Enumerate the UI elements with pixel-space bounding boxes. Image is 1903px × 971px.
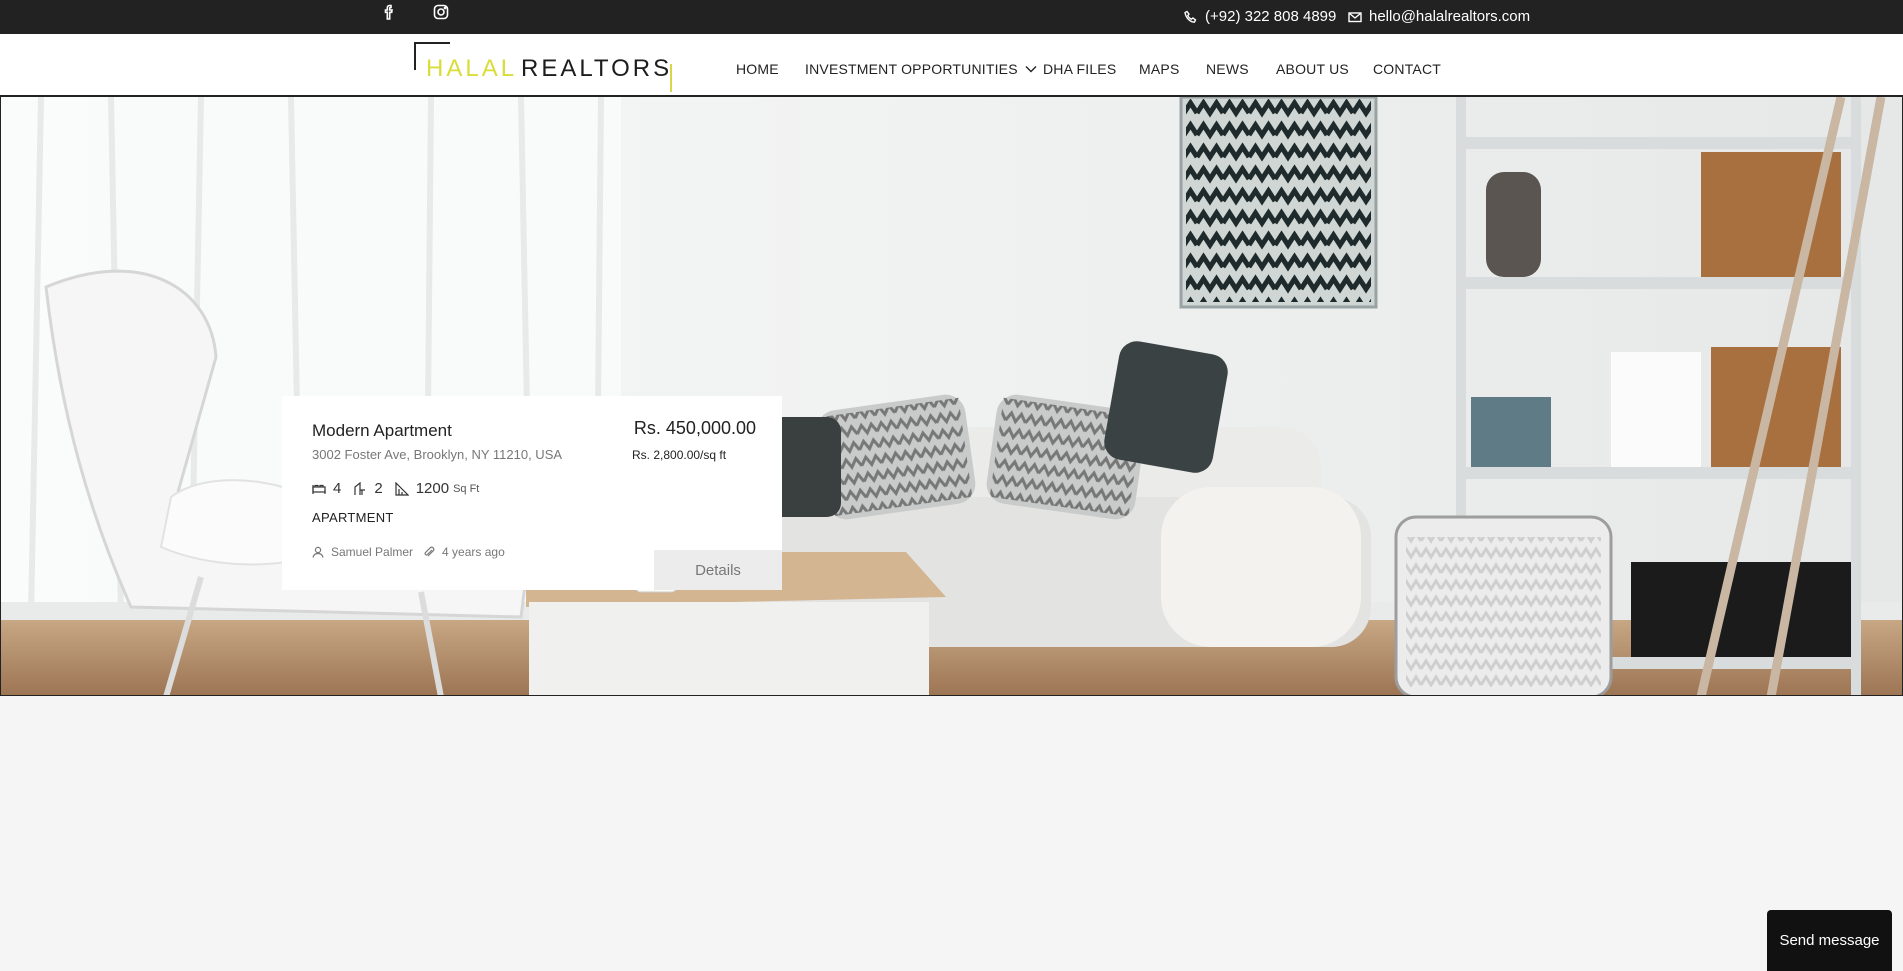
email-address[interactable]: hello@halalrealtors.com <box>1369 8 1530 25</box>
beds-count: 4 <box>333 480 342 497</box>
bath-icon <box>354 481 366 495</box>
posted-time: 4 years ago <box>442 545 505 559</box>
phone-number[interactable]: (+92) 322 808 4899 <box>1205 8 1336 25</box>
nav-dha-files[interactable]: DHA FILES <box>1043 61 1116 77</box>
paperclip-icon <box>424 546 435 557</box>
property-price: Rs. 450,000.00 <box>633 418 756 438</box>
area-icon <box>395 481 409 496</box>
property-address: 3002 Foster Ave, Brooklyn, NY 11210, USA <box>312 447 563 462</box>
mail-icon <box>1348 11 1362 22</box>
nav-maps[interactable]: MAPS <box>1139 61 1179 77</box>
agent-name[interactable]: Samuel Palmer <box>331 545 413 559</box>
property-card[interactable]: Modern Apartment 3002 Foster Ave, Brookl… <box>282 396 782 590</box>
property-type[interactable]: APARTMENT <box>312 510 394 525</box>
price-per-sqft: Rs. 2,800.00/sq ft <box>632 448 727 462</box>
details-button[interactable]: Details <box>654 550 782 590</box>
posted-meta: 4 years ago <box>423 545 505 559</box>
area-value: 1200 <box>415 480 450 497</box>
facebook-icon[interactable] <box>377 0 401 24</box>
chevron-down-icon <box>1025 66 1037 73</box>
property-meta: Samuel Palmer 4 years ago <box>312 545 515 559</box>
property-title[interactable]: Modern Apartment <box>312 421 452 441</box>
email-contact[interactable]: hello@halalrealtors.com <box>1348 8 1530 25</box>
site-logo[interactable]: HALAL REALTORS <box>414 42 674 92</box>
logo-word-realtors: REALTORS <box>521 55 673 82</box>
nav-about-us[interactable]: ABOUT US <box>1276 61 1349 77</box>
nav-investment-opportunities[interactable]: INVESTMENT OPPORTUNITIES <box>805 61 1037 77</box>
hero-banner: Modern Apartment 3002 Foster Ave, Brookl… <box>0 96 1903 696</box>
top-bar: (+92) 322 808 4899 hello@halalrealtors.c… <box>0 0 1903 34</box>
nav-investment-label: INVESTMENT OPPORTUNITIES <box>805 61 1018 77</box>
instagram-icon[interactable] <box>429 0 453 24</box>
user-icon <box>312 546 324 558</box>
property-features: 4 2 1200 Sq Ft <box>312 480 491 497</box>
bed-icon <box>312 484 326 494</box>
nav-contact[interactable]: CONTACT <box>1373 61 1441 77</box>
agent-meta[interactable]: Samuel Palmer <box>312 545 413 559</box>
phone-contact[interactable]: (+92) 322 808 4899 <box>1184 8 1336 25</box>
nav-news[interactable]: NEWS <box>1206 61 1249 77</box>
baths-feature: 2 <box>353 480 383 497</box>
area-feature: 1200 Sq Ft <box>395 480 480 497</box>
baths-count: 2 <box>374 480 383 497</box>
logo-accent-bar <box>670 64 672 92</box>
phone-icon <box>1184 10 1197 23</box>
area-unit: Sq Ft <box>453 482 480 495</box>
beds-feature: 4 <box>312 480 341 497</box>
send-message-button[interactable]: Send message <box>1767 910 1892 971</box>
site-header: HALAL REALTORS HOME INVESTMENT OPPORTUNI… <box>0 34 1903 96</box>
nav-home[interactable]: HOME <box>736 61 779 77</box>
logo-word-halal: HALAL <box>426 55 518 82</box>
